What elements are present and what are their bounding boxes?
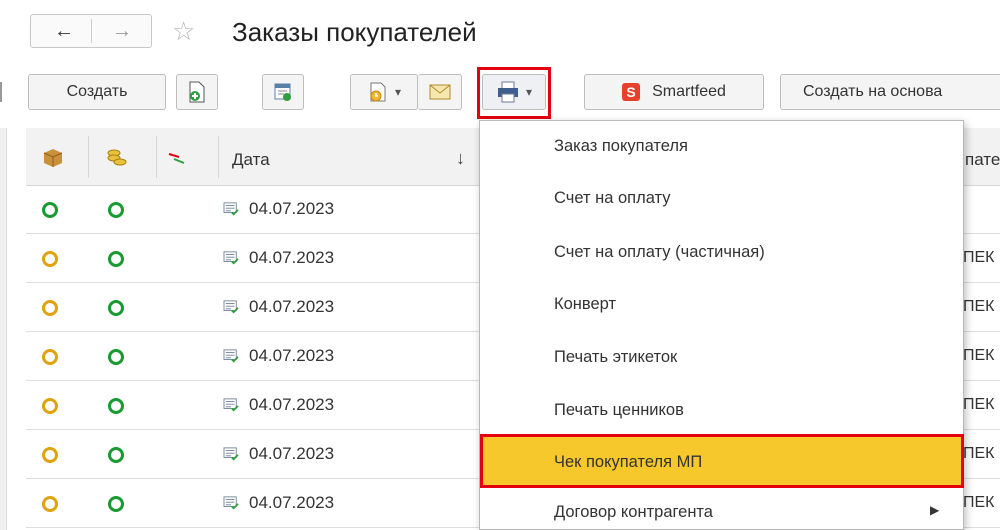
report-dropdown-button[interactable]: ▾	[350, 74, 418, 110]
print-menu-item[interactable]: Счет на оплату (частичная)	[554, 243, 765, 262]
create-based-on-button[interactable]: Создать на основа	[780, 74, 1000, 110]
header-box-icon	[42, 148, 64, 173]
header-sep-3	[218, 136, 219, 178]
report-clock-icon	[370, 82, 386, 102]
sort-down-icon[interactable]: ↓	[456, 148, 465, 169]
back-button[interactable]: ←	[39, 15, 89, 47]
document-posted-icon	[223, 447, 239, 461]
print-menu-item[interactable]: Печать этикеток	[554, 348, 677, 367]
smartfeed-label: Smartfeed	[652, 83, 726, 100]
print-menu-item[interactable]: Печать ценников	[554, 401, 684, 420]
status-circle-icon	[42, 202, 58, 218]
page-title: Заказы покупателей	[232, 17, 477, 47]
row-counterparty-partial: ПЕК	[963, 298, 995, 315]
favorite-star-icon[interactable]: ☆	[172, 16, 195, 46]
print-menu-highlighted-item[interactable]	[480, 434, 964, 488]
payment-status-circle-icon	[108, 496, 124, 512]
document-posted-icon	[223, 251, 239, 265]
row-counterparty-partial: ПЕК	[963, 494, 995, 511]
document-posted-icon	[223, 496, 239, 510]
print-button-highlight	[477, 67, 551, 119]
row-date: 04.07.2023	[249, 248, 335, 267]
email-button[interactable]	[418, 74, 462, 110]
payment-status-circle-icon	[108, 300, 124, 316]
document-posted-icon	[223, 398, 239, 412]
calendar-add-icon	[274, 83, 291, 101]
print-menu-item[interactable]: Заказ покупателя	[554, 137, 688, 156]
smartfeed-logo-icon: S	[622, 83, 641, 101]
header-exchange-icon	[166, 148, 188, 173]
submenu-arrow-icon: ▶	[930, 503, 940, 517]
header-sep-1	[88, 136, 89, 178]
row-counterparty-partial: ПЕК	[963, 445, 995, 462]
payment-status-circle-icon	[108, 398, 124, 414]
row-date: 04.07.2023	[249, 297, 335, 316]
toolbar-left-edge	[0, 82, 6, 102]
add-document-button[interactable]	[176, 74, 218, 110]
status-circle-icon	[42, 447, 58, 463]
row-counterparty-partial: ПЕК	[963, 347, 995, 364]
nav-buttons: ← →	[30, 14, 152, 48]
row-date: 04.07.2023	[249, 346, 335, 365]
forward-button[interactable]: →	[97, 15, 147, 47]
row-date: 04.07.2023	[249, 444, 335, 463]
print-menu: Заказ покупателя Счет на оплату Счет на оп…	[479, 120, 964, 530]
smartfeed-button[interactable]: S Smartfeed	[584, 74, 764, 110]
dropdown-arrow-icon: ▾	[394, 85, 402, 99]
row-date: 04.07.2023	[249, 395, 335, 414]
print-menu-item[interactable]: Договор контрагента	[554, 503, 713, 522]
envelope-icon	[429, 84, 450, 100]
print-menu-item[interactable]: Конверт	[554, 295, 616, 314]
status-circle-icon	[42, 398, 58, 414]
nav-separator	[91, 19, 92, 43]
payment-status-circle-icon	[108, 251, 124, 267]
header-sep-2	[156, 136, 157, 178]
header-right-partial-label: пате	[965, 150, 1000, 169]
row-counterparty-partial: ПЕК	[963, 396, 995, 413]
table-left-gutter	[0, 128, 7, 530]
row-date: 04.07.2023	[249, 493, 335, 512]
row-counterparty-partial: ПЕК	[963, 249, 995, 266]
document-posted-icon	[223, 202, 239, 216]
payment-status-circle-icon	[108, 349, 124, 365]
header-date-label[interactable]: Дата	[232, 150, 270, 170]
calendar-add-button[interactable]	[262, 74, 304, 110]
payment-status-circle-icon	[108, 202, 124, 218]
status-circle-icon	[42, 349, 58, 365]
header-coins-icon	[106, 148, 128, 173]
payment-status-circle-icon	[108, 447, 124, 463]
row-date: 04.07.2023	[249, 199, 335, 218]
status-circle-icon	[42, 496, 58, 512]
print-menu-item[interactable]: Счет на оплату	[554, 189, 671, 208]
status-circle-icon	[42, 300, 58, 316]
print-menu-item[interactable]: Чек покупателя МП	[554, 453, 702, 472]
status-circle-icon	[42, 251, 58, 267]
document-posted-icon	[223, 349, 239, 363]
add-document-icon	[189, 81, 205, 103]
create-button[interactable]: Создать	[28, 74, 166, 110]
document-posted-icon	[223, 300, 239, 314]
